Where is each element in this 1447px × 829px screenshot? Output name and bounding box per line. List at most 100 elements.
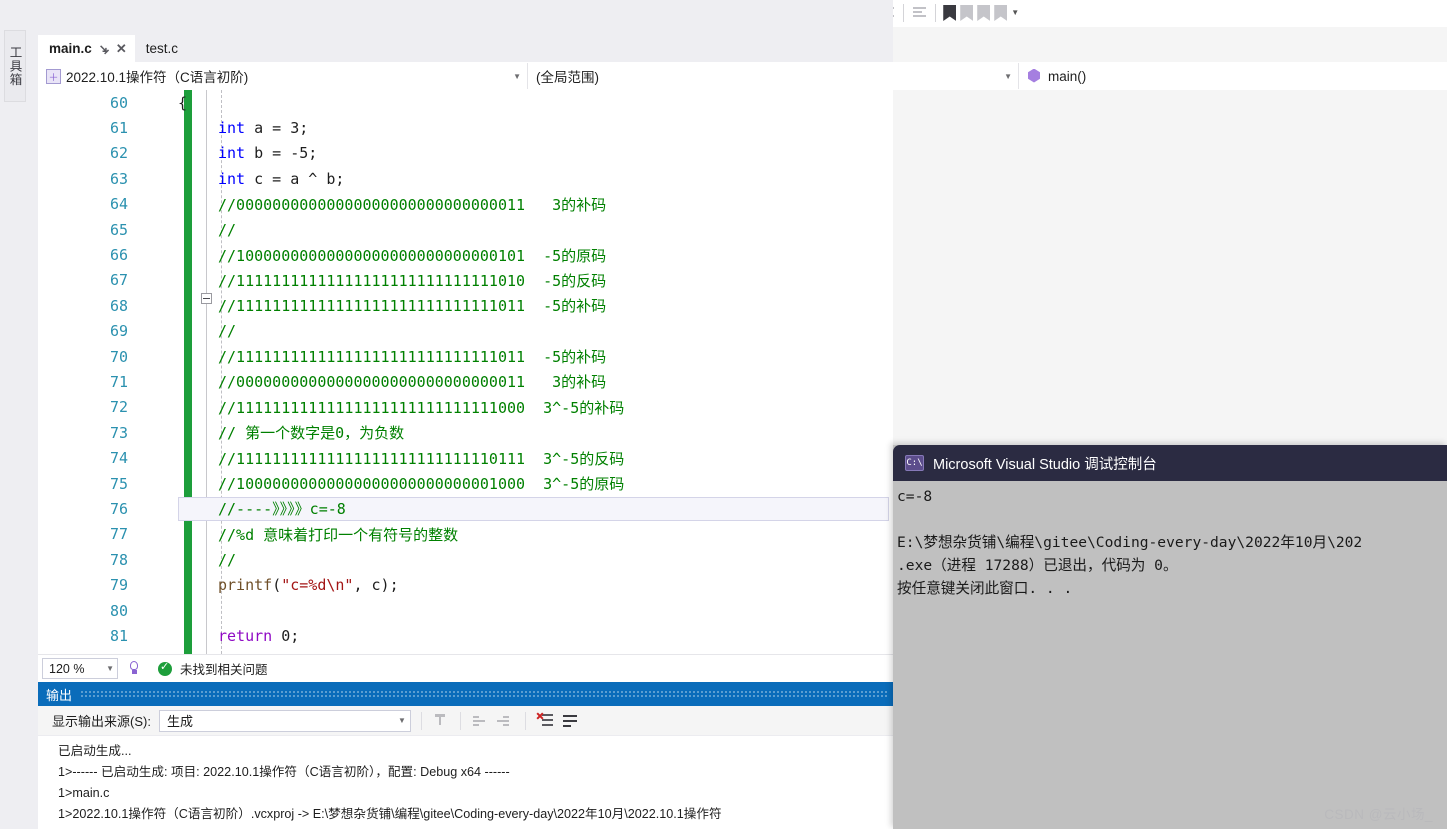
code-line[interactable]: 81 return 0; (38, 623, 893, 648)
previous-bookmark-button[interactable] (958, 1, 975, 25)
toolbar-separator (459, 711, 461, 730)
line-number: 75 (109, 474, 128, 493)
code-line[interactable]: 72 //11111111111111111111111111111000 3^-… (38, 395, 893, 420)
code-token: // (218, 220, 237, 239)
tab-label: test.c (145, 41, 179, 56)
toggle-word-wrap-icon[interactable] (562, 713, 580, 729)
line-number: 69 (109, 322, 128, 341)
quick-actions-bulb-icon[interactable] (126, 660, 142, 677)
line-number: 78 (109, 550, 128, 569)
toggle-bookmark-button[interactable] (941, 1, 958, 25)
code-line[interactable]: 62 int b = -5; (38, 141, 893, 166)
toolbox-label: 工具箱 (7, 45, 22, 87)
line-number: 70 (109, 347, 128, 366)
output-text[interactable]: 已启动生成... 1>------ 已启动生成: 项目: 2022.10.1操作符… (38, 736, 893, 829)
code-editor[interactable]: 60 {61 int a = 3; 62 int b = -5; 63 int c = a … (38, 90, 893, 654)
code-line[interactable]: 71 //00000000000000000000000000000011 3的补… (38, 369, 893, 394)
toolbox-tab[interactable]: 工具箱 (4, 30, 26, 102)
code-token: "c=%d\n" (281, 576, 354, 595)
toolbar-separator (903, 4, 905, 22)
code-line[interactable]: 64 //00000000000000000000000000000011 3的补… (38, 192, 893, 217)
document-tab-strip: main.c ⇥ ✕ test.c (38, 34, 893, 62)
pin-icon[interactable]: ⇥ (95, 40, 112, 57)
code-text: //10000000000000000000000000000101 -5的原码 (218, 245, 606, 266)
code-line[interactable]: 68 //11111111111111111111111111111011 -5的… (38, 293, 893, 318)
bookmark-icon (943, 5, 957, 21)
code-token: //11111111111111111111111111111011 -5的补码 (218, 348, 607, 367)
code-line[interactable]: 61 int a = 3; (38, 115, 893, 140)
output-pane-title[interactable]: 输出 (38, 682, 893, 706)
code-token: //11111111111111111111111111111010 -5的反码 (218, 271, 607, 290)
console-title-text: Microsoft Visual Studio 调试控制台 (933, 456, 1157, 473)
code-text: //00000000000000000000000000000011 3的补码 (218, 194, 606, 215)
clear-output-icon[interactable] (536, 711, 554, 729)
code-line[interactable]: 69 // (38, 319, 893, 344)
code-text: // (218, 551, 236, 569)
zoom-value: 120 % (49, 661, 85, 676)
output-line: 1>------ 已启动生成: 项目: 2022.10.1操作符（C语言初阶），… (58, 765, 510, 779)
code-text: //11111111111111111111111111111011 -5的补码 (218, 295, 606, 316)
editor-status-bar: 120 % ▼ 未找到相关问题 (38, 654, 893, 682)
code-line[interactable]: 65 // (38, 217, 893, 242)
code-line[interactable]: 66 //10000000000000000000000000000101 -5的… (38, 242, 893, 267)
code-text: // (218, 322, 236, 340)
code-line[interactable]: 80 (38, 598, 893, 623)
code-token: int (218, 169, 246, 188)
chevron-down-icon: ▼ (398, 716, 406, 725)
code-token: //11111111111111111111111111110111 3^-5的… (218, 449, 625, 468)
code-token: , c); (353, 576, 399, 595)
clear-bookmarks-button[interactable] (992, 1, 1009, 25)
code-text: //----》》》》c=-8 (218, 498, 346, 519)
debug-console-window[interactable]: C:\ Microsoft Visual Studio 调试控制台 c=-8 E… (893, 445, 1447, 829)
code-line[interactable]: 74 //11111111111111111111111111110111 3^-… (38, 445, 893, 470)
console-output: c=-8 E:\梦想杂货铺\编程\gitee\Coding-every-day\… (893, 481, 1447, 829)
watermark: CSDN @云小场_ (1324, 807, 1433, 822)
go-to-next-message-icon[interactable] (496, 713, 515, 729)
close-icon[interactable]: ✕ (116, 41, 127, 57)
code-line[interactable]: 73 // 第一个数字是0，为负数 (38, 420, 893, 445)
code-token: int (218, 119, 246, 138)
next-bookmark-button[interactable] (975, 1, 992, 25)
code-text: //11111111111111111111111111111011 -5的补码 (218, 346, 606, 367)
code-token: return (218, 626, 273, 645)
code-line[interactable]: 67 //11111111111111111111111111111010 -5的… (38, 268, 893, 293)
code-line[interactable]: 60 { (38, 90, 893, 115)
code-line[interactable]: 79 printf("c=%d\n", c); (38, 572, 893, 597)
line-number: 66 (109, 246, 128, 265)
code-text: //11111111111111111111111111111000 3^-5的… (218, 397, 624, 418)
indent-more-button[interactable] (909, 1, 930, 25)
tab-test-c[interactable]: test.c (135, 35, 186, 62)
code-line[interactable]: 77 //%d 意味着打印一个有符号的整数 (38, 522, 893, 547)
code-token: //----》》》》c=-8 (218, 500, 346, 519)
code-token: //00000000000000000000000000000011 3的补码 (218, 373, 607, 392)
code-text: //11111111111111111111111111111010 -5的反码 (218, 270, 606, 291)
code-text: //00000000000000000000000000000011 3的补码 (218, 371, 606, 392)
code-text: printf("c=%d\n", c); (218, 576, 399, 594)
navigation-bar: ＋ 2022.10.1操作符（C语言初阶) ▼ (全局范围) ▼ main() (38, 62, 1447, 90)
pin-output-icon[interactable] (432, 713, 450, 729)
line-number: 65 (109, 220, 128, 239)
indent-more-icon (911, 6, 928, 20)
go-to-previous-message-icon[interactable] (471, 713, 489, 729)
project-combo[interactable]: ＋ 2022.10.1操作符（C语言初阶) ▼ (38, 63, 528, 89)
line-number: 63 (109, 169, 128, 188)
toolbar-overflow-icon[interactable]: ▼ (1011, 9, 1019, 17)
output-source-combo[interactable]: 生成 ▼ (158, 709, 411, 732)
code-line[interactable]: 75 //10000000000000000000000000001000 3^-… (38, 471, 893, 496)
line-number: 80 (109, 601, 128, 620)
line-number: 74 (109, 449, 128, 468)
code-line[interactable]: 76 //----》》》》c=-8 (38, 496, 893, 522)
member-combo[interactable]: main() (1019, 63, 1439, 89)
code-token: //00000000000000000000000000000011 3的补码 (218, 195, 607, 214)
code-line[interactable]: 70 //11111111111111111111111111111011 -5的… (38, 344, 893, 369)
tab-main-c[interactable]: main.c ⇥ ✕ (38, 35, 135, 62)
console-title-bar[interactable]: C:\ Microsoft Visual Studio 调试控制台 (893, 445, 1447, 481)
scope-combo[interactable]: (全局范围) ▼ (528, 63, 1019, 89)
code-line[interactable]: 63 int c = a ^ b; (38, 166, 893, 191)
zoom-combo[interactable]: 120 % ▼ (42, 658, 118, 679)
code-line[interactable]: 78 // (38, 547, 893, 572)
output-title-label: 输出 (46, 687, 73, 703)
line-number: 67 (109, 271, 128, 290)
code-text: // 第一个数字是0，为负数 (218, 422, 404, 443)
code-text: //11111111111111111111111111110111 3^-5的… (218, 448, 624, 469)
